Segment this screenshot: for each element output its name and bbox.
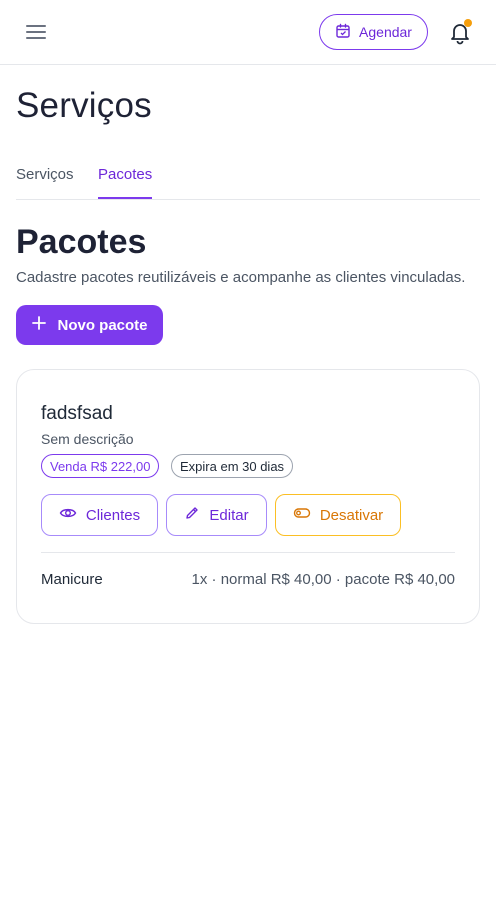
section-description: Cadastre pacotes reutilizáveis e acompan… (16, 269, 466, 286)
deactivate-button[interactable]: Desativar (275, 494, 401, 536)
expiry-badge: Expira em 30 dias (171, 454, 294, 478)
divider (41, 552, 455, 553)
deactivate-label: Desativar (319, 506, 384, 524)
calendar-icon (335, 23, 351, 42)
package-description: Sem descrição (41, 431, 134, 447)
agendar-button[interactable]: Agendar (319, 14, 428, 50)
eye-icon (59, 504, 77, 526)
package-card: fadsfsad Sem descrição Venda R$ 222,00 E… (16, 369, 480, 624)
section-title: Pacotes (16, 223, 147, 261)
package-name: fadsfsad (41, 403, 113, 424)
toggle-off-icon (293, 504, 311, 526)
new-package-button[interactable]: Novo pacote (16, 305, 163, 345)
service-name: Manicure (41, 571, 103, 588)
clientes-label: Clientes (85, 506, 141, 524)
notification-dot (464, 19, 472, 27)
new-package-label: Novo pacote (57, 316, 148, 334)
service-detail: 1x · normal R$ 40,00 · pacote R$ 40,00 (191, 571, 455, 588)
tab-bar: Serviços Pacotes (16, 160, 480, 200)
edit-button[interactable]: Editar (166, 494, 267, 536)
tab-pacotes[interactable]: Pacotes (98, 166, 153, 199)
clientes-button[interactable]: Clientes (41, 494, 158, 536)
hamburger-menu-icon[interactable] (22, 18, 50, 46)
edit-label: Editar (209, 506, 249, 524)
agendar-label: Agendar (359, 24, 412, 40)
price-badge: Venda R$ 222,00 (41, 454, 160, 478)
pencil-icon (184, 505, 200, 525)
plus-icon (31, 315, 47, 335)
tab-servicos[interactable]: Serviços (16, 166, 74, 199)
top-bar: Agendar (0, 0, 496, 65)
page-title: Serviços (16, 86, 152, 125)
